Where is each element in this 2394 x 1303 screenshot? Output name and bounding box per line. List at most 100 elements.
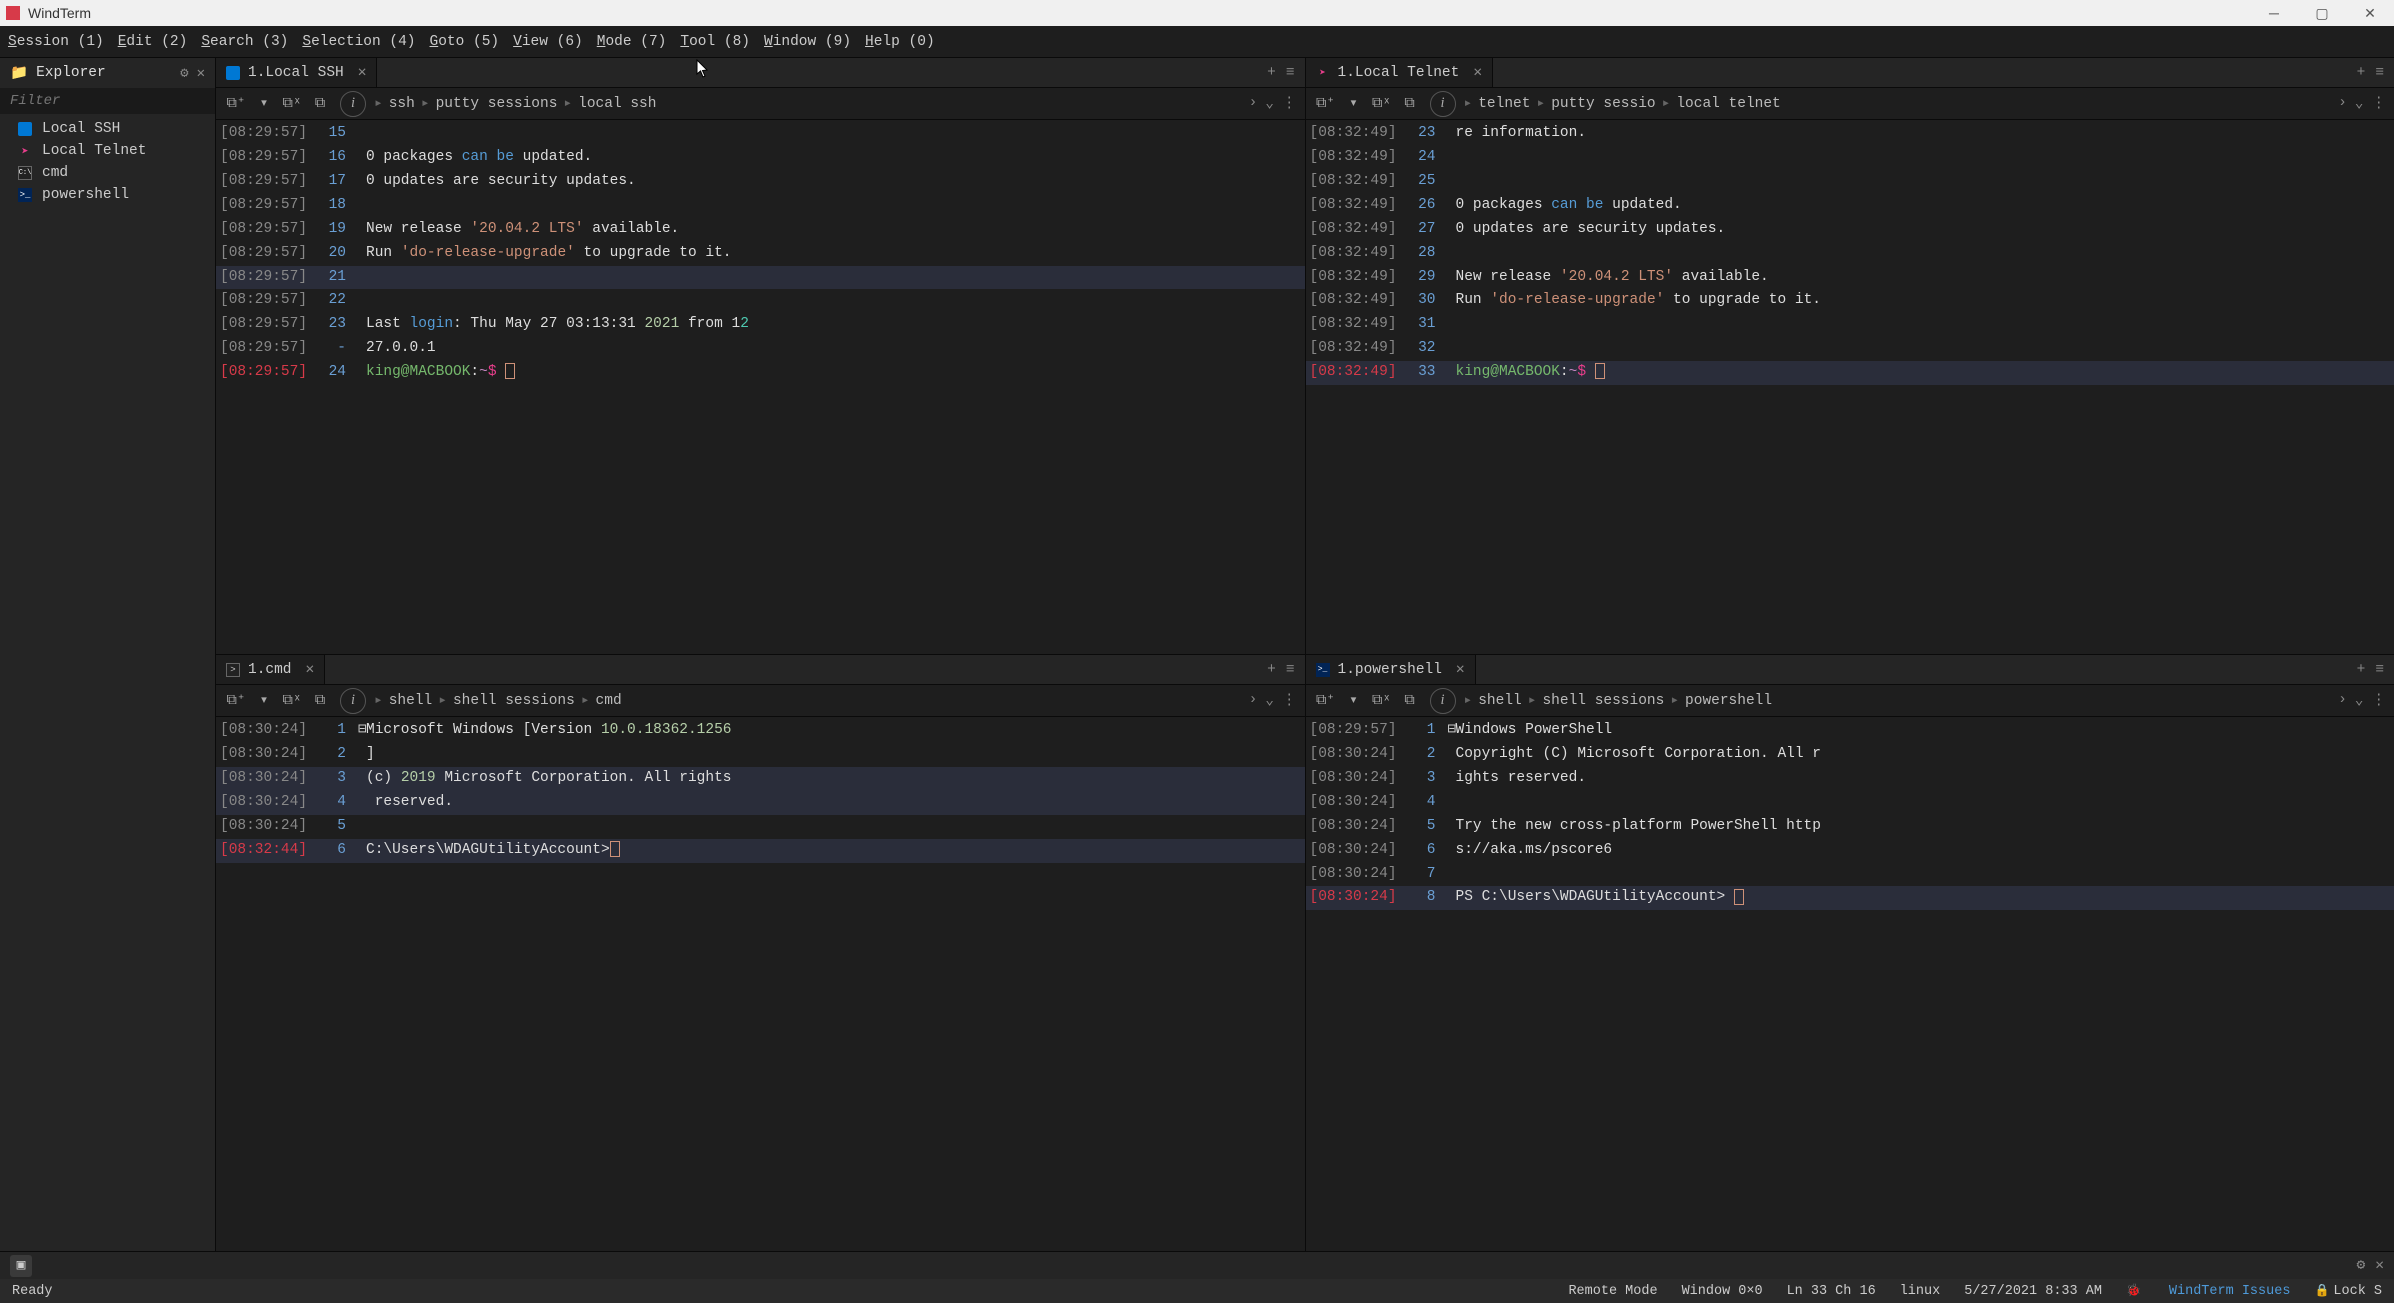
terminal-line: [08:30:24]7 [1306, 863, 2394, 887]
nav-dropdown-icon[interactable]: ⌄ [1265, 692, 1274, 709]
menu-search[interactable]: Search (3) [201, 34, 288, 50]
tab-label: 1.Local SSH [248, 65, 344, 81]
pane-tab[interactable]: 1.Local SSH ✕ [216, 58, 377, 87]
breadcrumb-seg[interactable]: powershell [1685, 693, 1772, 709]
new-window-icon[interactable]: ⧉⁺ [224, 689, 248, 713]
breadcrumb-seg[interactable]: ssh [389, 96, 415, 112]
nav-dropdown-icon[interactable]: ⌄ [2355, 95, 2364, 112]
dropdown-icon[interactable]: ▾ [252, 689, 276, 713]
tab-close-icon[interactable]: ✕ [358, 64, 367, 81]
toolstrip-settings-icon[interactable]: ⚙ [2357, 1257, 2366, 1274]
filter-input[interactable] [0, 88, 215, 114]
nav-dropdown-icon[interactable]: ⌄ [1265, 95, 1274, 112]
info-icon[interactable]: i [1430, 688, 1456, 714]
terminal-body[interactable]: [08:30:24]1⊟Microsoft Windows [Version 1… [216, 717, 1305, 1251]
split-close-icon[interactable]: ⧉ˣ [280, 92, 304, 116]
terminal-view-icon[interactable]: ▣ [10, 1255, 32, 1277]
split-close-icon[interactable]: ⧉ˣ [1370, 689, 1394, 713]
line-content: C:\Users\WDAGUtilityAccount> [366, 839, 1305, 863]
kebab-menu-icon[interactable]: ⋮ [1282, 692, 1297, 709]
breadcrumb-seg[interactable]: local ssh [578, 96, 656, 112]
tab-close-icon[interactable]: ✕ [1456, 661, 1465, 678]
pane-tab[interactable]: 1.powershell✕ [1306, 655, 1476, 684]
nav-forward-icon[interactable]: › [2338, 95, 2347, 112]
menu-help[interactable]: Help (0) [865, 34, 935, 50]
info-icon[interactable]: i [340, 91, 366, 117]
popup-icon[interactable]: ⧉ [1398, 92, 1422, 116]
sidebar-item-ps[interactable]: powershell [0, 184, 215, 206]
terminal-line: [08:32:49]28 [1306, 242, 2394, 266]
breadcrumb-seg[interactable]: shell sessions [453, 693, 575, 709]
terminal-body[interactable]: [08:29:57]15[08:29:57]160 packages can b… [216, 120, 1305, 654]
menu-window[interactable]: Window (9) [764, 34, 851, 50]
menu-goto[interactable]: Goto (5) [430, 34, 500, 50]
menu-edit[interactable]: Edit (2) [118, 34, 188, 50]
close-button[interactable]: ✕ [2360, 5, 2380, 22]
tab-menu-icon[interactable]: ≡ [1286, 662, 1295, 678]
info-icon[interactable]: i [340, 688, 366, 714]
kebab-menu-icon[interactable]: ⋮ [1282, 95, 1297, 112]
breadcrumb-seg[interactable]: putty sessio [1551, 96, 1655, 112]
breadcrumb-seg[interactable]: telnet [1478, 96, 1530, 112]
sidebar-close-icon[interactable]: ✕ [197, 65, 205, 82]
status-cursor-pos: Ln 33 Ch 16 [1787, 1284, 1876, 1299]
tab-close-icon[interactable]: ✕ [1473, 64, 1482, 81]
tab-menu-icon[interactable]: ≡ [1286, 65, 1295, 81]
terminal-body[interactable]: [08:29:57]1⊟Windows PowerShell[08:30:24]… [1306, 717, 2394, 1251]
nav-dropdown-icon[interactable]: ⌄ [2355, 692, 2364, 709]
fold-marker-icon[interactable]: ⊟ [358, 719, 366, 743]
menu-selection[interactable]: Selection (4) [302, 34, 415, 50]
add-tab-icon[interactable]: + [2357, 662, 2366, 678]
dropdown-icon[interactable]: ▾ [252, 92, 276, 116]
terminal-line: [08:29:57]15 [216, 122, 1305, 146]
new-window-icon[interactable]: ⧉⁺ [224, 92, 248, 116]
breadcrumb-seg[interactable]: local telnet [1676, 96, 1780, 112]
kebab-menu-icon[interactable]: ⋮ [2372, 692, 2387, 709]
maximize-button[interactable]: ▢ [2312, 5, 2332, 22]
kebab-menu-icon[interactable]: ⋮ [2372, 95, 2387, 112]
menu-tool[interactable]: Tool (8) [680, 34, 750, 50]
tab-close-icon[interactable]: ✕ [306, 661, 315, 678]
split-close-icon[interactable]: ⧉ˣ [280, 689, 304, 713]
pane-tab[interactable]: 1.cmd✕ [216, 655, 325, 684]
status-lock[interactable]: Lock S [2314, 1283, 2382, 1299]
nav-forward-icon[interactable]: › [1249, 692, 1258, 709]
timestamp: [08:32:49] [1306, 194, 1408, 218]
tab-menu-icon[interactable]: ≡ [2375, 65, 2384, 81]
add-tab-icon[interactable]: + [1267, 65, 1276, 81]
tab-menu-icon[interactable]: ≡ [2375, 662, 2384, 678]
nav-forward-icon[interactable]: › [1249, 95, 1258, 112]
new-window-icon[interactable]: ⧉⁺ [1314, 689, 1338, 713]
minimize-button[interactable]: ─ [2264, 5, 2284, 22]
info-icon[interactable]: i [1430, 91, 1456, 117]
sidebar-item-telnet[interactable]: Local Telnet [0, 140, 215, 162]
breadcrumb-seg[interactable]: cmd [596, 693, 622, 709]
fold-marker-icon[interactable]: ⊟ [1448, 719, 1456, 743]
new-window-icon[interactable]: ⧉⁺ [1314, 92, 1338, 116]
toolstrip-close-icon[interactable]: ✕ [2375, 1257, 2384, 1274]
terminal-body[interactable]: [08:32:49]23re information.[08:32:49]24[… [1306, 120, 2394, 654]
breadcrumb-seg[interactable]: shell sessions [1542, 693, 1664, 709]
menu-view[interactable]: View (6) [513, 34, 583, 50]
breadcrumb-seg[interactable]: shell [1478, 693, 1522, 709]
pane-tab[interactable]: 1.Local Telnet✕ [1306, 58, 1494, 87]
gear-icon[interactable]: ⚙ [180, 65, 188, 82]
status-issues-link[interactable]: WindTerm Issues [2169, 1284, 2291, 1299]
popup-icon[interactable]: ⧉ [308, 92, 332, 116]
split-close-icon[interactable]: ⧉ˣ [1370, 92, 1394, 116]
sidebar-item-cmd[interactable]: cmd [0, 162, 215, 184]
dropdown-icon[interactable]: ▾ [1342, 92, 1366, 116]
breadcrumb-seg[interactable]: putty sessions [436, 96, 558, 112]
popup-icon[interactable]: ⧉ [308, 689, 332, 713]
status-remote-mode[interactable]: Remote Mode [1568, 1284, 1657, 1299]
fold-marker-icon [358, 242, 366, 266]
menu-session[interactable]: Session (1) [8, 34, 104, 50]
add-tab-icon[interactable]: + [2357, 65, 2366, 81]
sidebar-item-ssh[interactable]: Local SSH [0, 118, 215, 140]
nav-forward-icon[interactable]: › [2338, 692, 2347, 709]
dropdown-icon[interactable]: ▾ [1342, 689, 1366, 713]
menu-mode[interactable]: Mode (7) [597, 34, 667, 50]
breadcrumb-seg[interactable]: shell [389, 693, 433, 709]
popup-icon[interactable]: ⧉ [1398, 689, 1422, 713]
add-tab-icon[interactable]: + [1267, 662, 1276, 678]
